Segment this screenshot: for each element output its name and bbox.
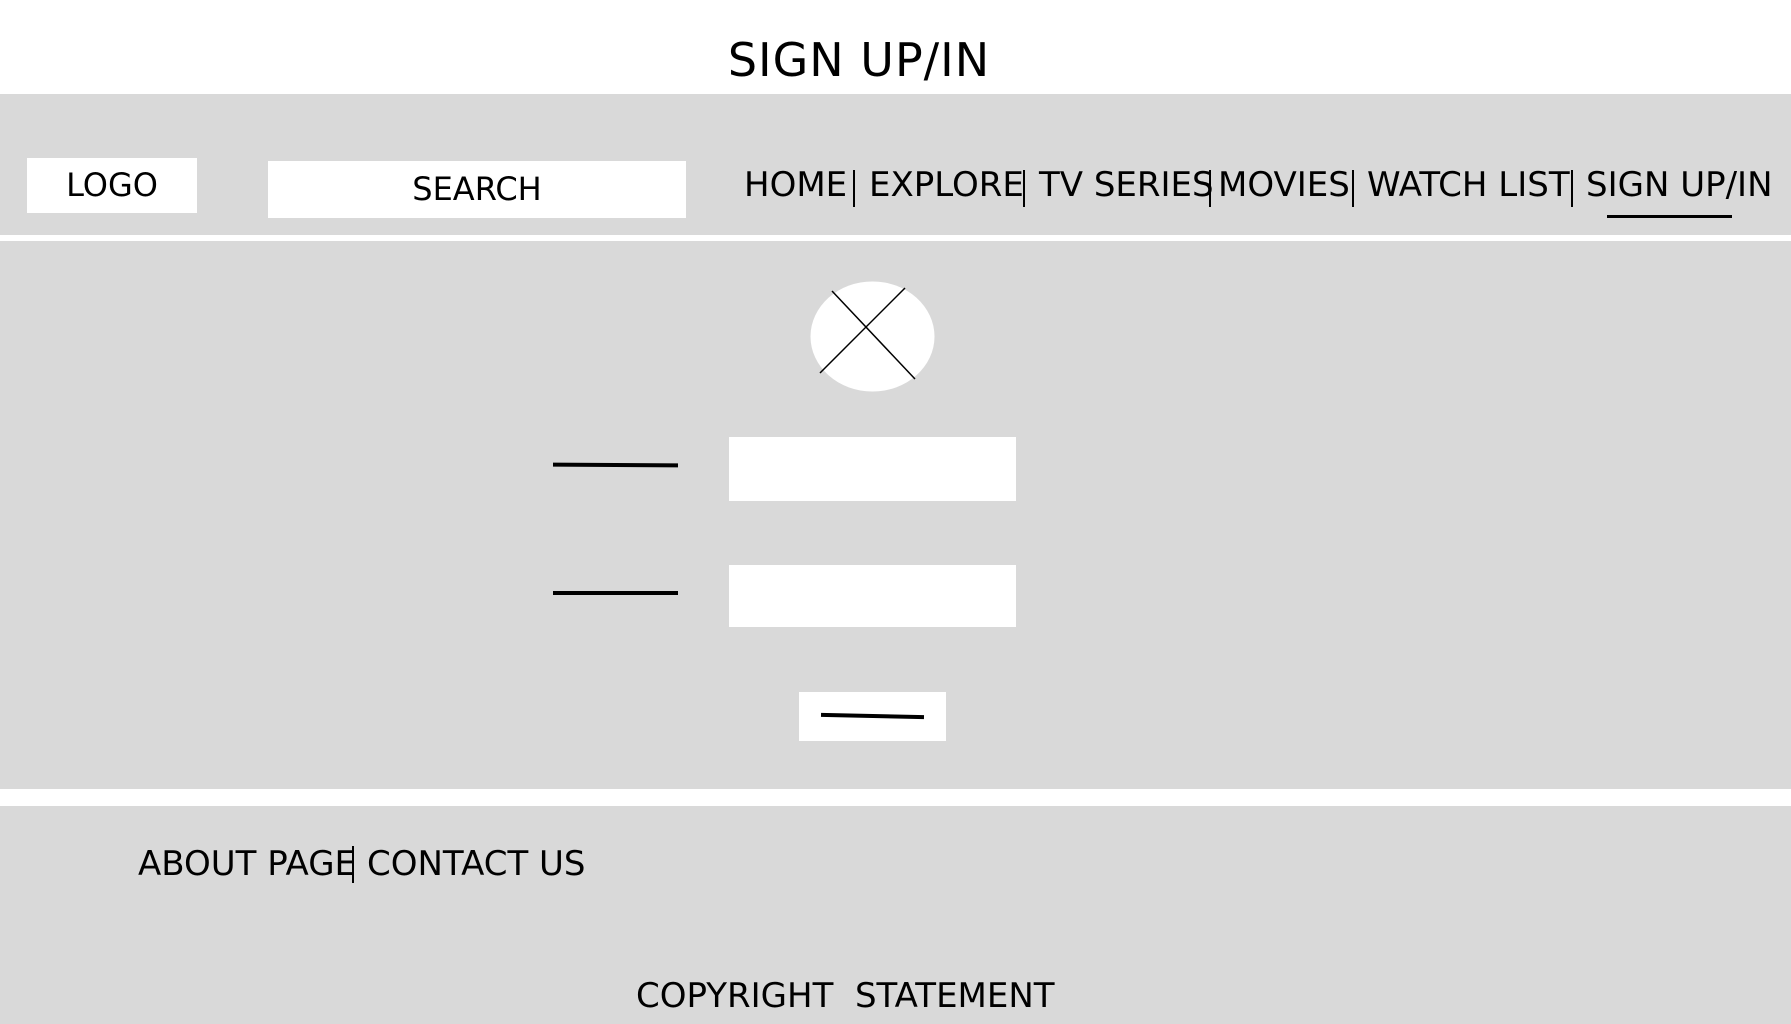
footer: ABOUT PAGE CONTACT US COPYRIGHT STATEMEN…	[0, 806, 1791, 1024]
footer-separator	[352, 846, 354, 883]
nav-separator	[1209, 170, 1211, 207]
nav-item-home[interactable]: HOME	[744, 162, 847, 208]
nav-item-watch-list[interactable]: WATCH LIST	[1367, 162, 1570, 208]
submit-button-label	[820, 712, 925, 720]
text-field-1[interactable]	[729, 437, 1016, 501]
nav-item-explore[interactable]: EXPLORE	[869, 162, 1024, 208]
nav-item-movies[interactable]: MOVIES	[1218, 162, 1350, 208]
nav-item-sign-up-in[interactable]: SIGN UP/IN	[1586, 162, 1773, 208]
copyright-statement: COPYRIGHT STATEMENT	[636, 976, 1055, 1016]
navbar: LOGO SEARCH HOME EXPLORE TV SERIES MOVIE…	[0, 94, 1791, 235]
nav-item-tv-series[interactable]: TV SERIES	[1039, 162, 1214, 208]
search-input[interactable]: SEARCH	[268, 161, 686, 218]
nav-separator	[1352, 170, 1354, 207]
sign-in-panel	[0, 241, 1791, 789]
footer-link-contact[interactable]: CONTACT US	[367, 841, 586, 887]
image-placeholder-icon	[810, 281, 935, 392]
field-label-1	[552, 462, 679, 468]
nav-separator	[1023, 170, 1025, 207]
nav-separator	[853, 170, 855, 207]
footer-link-about[interactable]: ABOUT PAGE	[138, 841, 356, 887]
logo[interactable]: LOGO	[27, 158, 197, 213]
field-label-2	[553, 591, 678, 595]
nav-separator	[1571, 170, 1573, 207]
text-field-2[interactable]	[729, 565, 1016, 627]
page-title: SIGN UP/IN	[727, 33, 991, 87]
active-nav-indicator	[1607, 215, 1732, 218]
submit-button[interactable]	[799, 692, 946, 741]
